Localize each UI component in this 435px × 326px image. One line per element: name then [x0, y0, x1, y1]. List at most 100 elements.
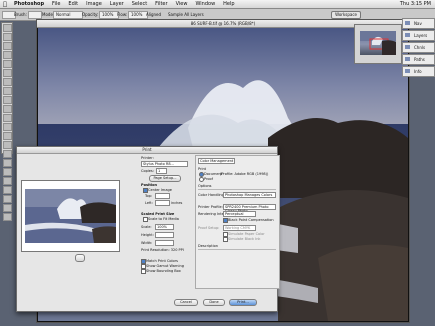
menu-app[interactable]: Photoshop — [10, 0, 48, 8]
menu-file[interactable]: File — [48, 0, 64, 8]
palette-layers-button[interactable]: Layers — [402, 30, 435, 41]
description-divider — [198, 249, 276, 250]
top-field[interactable] — [155, 193, 170, 199]
marquee-tool-icon[interactable] — [2, 24, 12, 32]
simulate-ink-label: Simulate Black Ink — [228, 237, 261, 241]
workspace-button[interactable]: Workspace — [331, 11, 361, 19]
page-setup-button[interactable]: Page Setup... — [149, 175, 181, 182]
printer-label: Printer: — [141, 156, 154, 160]
palette-paths-button[interactable]: Paths — [402, 54, 435, 65]
navigator-preview — [360, 31, 396, 55]
path-selection-tool-icon[interactable] — [2, 150, 12, 158]
slice-tool-icon[interactable] — [2, 69, 12, 77]
hand-tool-icon[interactable] — [2, 204, 12, 212]
history-brush-tool-icon[interactable] — [2, 105, 12, 113]
palette-channels-button[interactable]: Chnls — [402, 42, 435, 53]
left-field[interactable] — [155, 200, 170, 206]
mode-select[interactable]: Normal — [53, 11, 83, 19]
type-tool-icon[interactable] — [2, 159, 12, 167]
navigator-thumbnail[interactable] — [360, 31, 396, 55]
menu-view[interactable]: View — [172, 0, 192, 8]
gamut-warning-label: Show Gamut Warning — [146, 264, 184, 268]
opacity-label: Opacity: — [82, 12, 99, 17]
print-section-label: Print — [198, 167, 207, 171]
printer-select[interactable]: Stylus Photo R8... — [141, 161, 188, 167]
print-preview-image — [22, 181, 119, 251]
options-section-label: Options — [198, 184, 212, 188]
lasso-tool-icon[interactable] — [2, 42, 12, 50]
brush-tool-icon[interactable] — [2, 87, 12, 95]
description-label: Description — [198, 244, 218, 248]
opacity-field[interactable]: 100% — [99, 11, 119, 19]
copies-field[interactable]: 1 — [156, 168, 167, 174]
proof-radio-label: Proof — [204, 177, 213, 181]
pen-tool-icon[interactable] — [2, 168, 12, 176]
brush-label: Brush: — [14, 12, 27, 17]
clone-stamp-tool-icon[interactable] — [2, 96, 12, 104]
navigator-icon — [405, 21, 410, 25]
color-handling-label: Color Handling: — [198, 193, 226, 197]
palette-paths-label: Paths — [414, 57, 425, 62]
scaled-size-label: Scaled Print Size — [141, 212, 175, 216]
flow-field[interactable]: 100% — [128, 11, 148, 19]
palette-info-button[interactable]: Info — [402, 66, 435, 77]
height-field[interactable] — [155, 232, 174, 238]
color-management-panel: Color Management Print Document (Profile… — [195, 155, 280, 289]
brush-picker[interactable] — [28, 11, 42, 19]
move-tool-icon[interactable] — [2, 33, 12, 41]
rendering-intent-select[interactable]: Perceptual — [223, 211, 256, 217]
navigator-palette — [354, 24, 402, 64]
printer-profile-select[interactable]: SPR2400 Premium Photo Glossy Photo — [223, 204, 276, 213]
menu-filter[interactable]: Filter — [151, 0, 171, 8]
layers-icon — [405, 33, 410, 37]
cancel-button[interactable]: Cancel — [174, 299, 198, 306]
crop-tool-icon[interactable] — [2, 60, 12, 68]
position-label: Position — [141, 183, 158, 187]
zoom-tool-icon[interactable] — [2, 213, 12, 221]
palette-info-label: Info — [414, 69, 422, 74]
menu-select[interactable]: Select — [128, 0, 151, 8]
document-profile-text: (Profile: Adobe RGB (1998)) — [220, 172, 269, 176]
menu-layer[interactable]: Layer — [106, 0, 128, 8]
menu-image[interactable]: Image — [82, 0, 106, 8]
eyedropper-tool-icon[interactable] — [2, 195, 12, 203]
sample-all-label[interactable]: Sample All Layers — [168, 11, 204, 18]
menu-help[interactable]: Help — [219, 0, 238, 8]
left-label: Left: — [145, 201, 153, 205]
preview-orientation-icon[interactable] — [75, 254, 85, 262]
menu-window[interactable]: Window — [191, 0, 219, 8]
proof-setup-label: Proof Setup: — [198, 226, 220, 230]
menu-edit[interactable]: Edit — [64, 0, 82, 8]
healing-brush-tool-icon[interactable] — [2, 78, 12, 86]
shape-tool-icon[interactable] — [2, 177, 12, 185]
palette-channels-label: Chnls — [414, 45, 426, 50]
print-resolution-label: Print Resolution: 320 PPI — [141, 248, 184, 252]
width-field[interactable] — [155, 240, 174, 246]
print-preview — [21, 180, 120, 252]
scale-field[interactable]: 100% — [155, 224, 174, 230]
toolbox — [1, 22, 13, 221]
menu-bar:  Photoshop File Edit Image Layer Select… — [0, 0, 435, 9]
flow-label: Flow: — [117, 12, 128, 17]
proof-setup-select[interactable]: Working CMYK — [223, 225, 256, 231]
printer-profile-label: Printer Profile: — [198, 205, 223, 209]
aligned-label[interactable]: Aligned — [146, 11, 161, 18]
notes-tool-icon[interactable] — [2, 186, 12, 194]
dodge-tool-icon[interactable] — [2, 141, 12, 149]
palette-navigator-button[interactable]: Nav — [402, 18, 435, 29]
apple-menu-icon[interactable]:  — [0, 1, 10, 8]
color-handling-select[interactable]: Photoshop Manages Colors — [223, 192, 276, 198]
width-label: Width: — [141, 241, 153, 245]
options-divider — [198, 189, 276, 190]
print-dialog: Print Printer: Stylus Photo R8... Copies… — [16, 146, 280, 312]
position-units[interactable]: inches — [171, 201, 182, 205]
eraser-tool-icon[interactable] — [2, 114, 12, 122]
magic-wand-tool-icon[interactable] — [2, 51, 12, 59]
output-mode-select[interactable]: Color Management — [198, 158, 235, 164]
scale-label: Scale: — [141, 225, 152, 229]
done-button[interactable]: Done — [203, 299, 225, 306]
height-label: Height: — [141, 233, 154, 237]
gradient-tool-icon[interactable] — [2, 123, 12, 131]
blur-tool-icon[interactable] — [2, 132, 12, 140]
print-button[interactable]: Print... — [229, 299, 257, 306]
